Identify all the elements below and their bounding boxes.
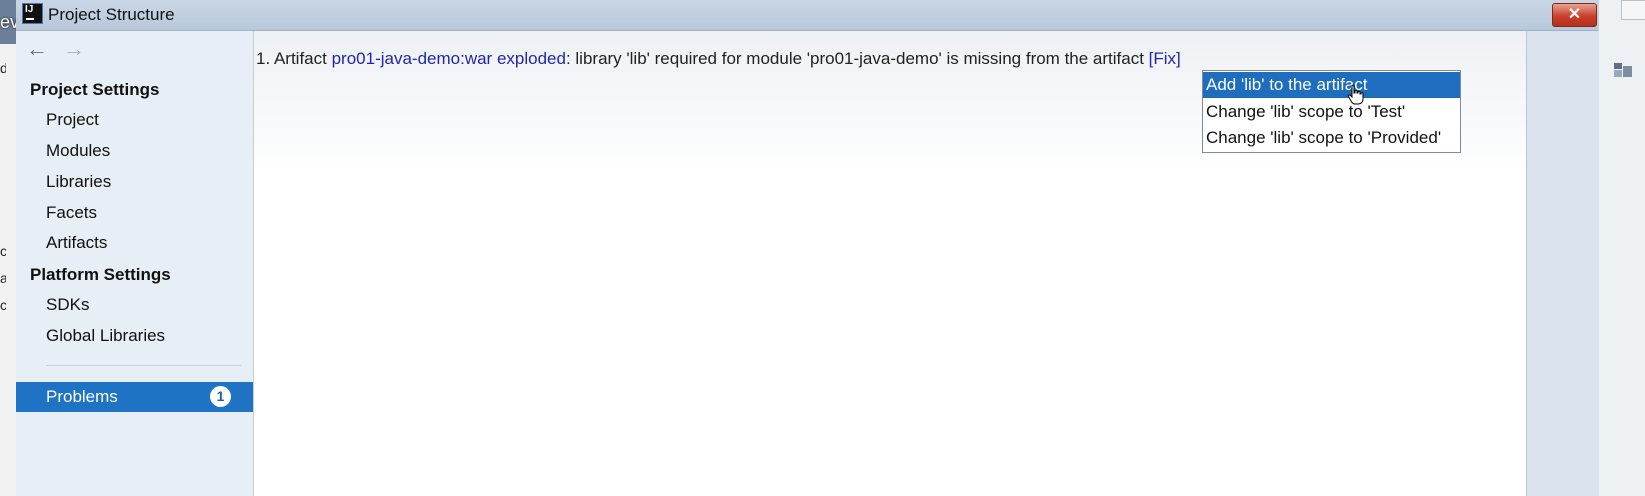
fix-link[interactable]: [Fix] [1149,49,1181,68]
background-text-fragment: c [0,297,6,313]
background-window-right [1598,0,1645,496]
back-arrow-icon[interactable]: ← [26,37,48,61]
sidebar-item-project[interactable]: Project [46,110,99,130]
section-heading-project-settings: Project Settings [30,80,160,99]
background-window-button[interactable] [1621,0,1645,20]
problem-count-badge: 1 [210,386,231,407]
fix-option-add-to-artifact[interactable]: Add 'lib' to the artifact [1203,72,1460,105]
fix-option-label: Change 'lib' scope to 'Test' [1206,102,1406,121]
fix-option-scope-test[interactable]: Change 'lib' scope to 'Test' [1203,99,1460,125]
fix-option-scope-provided[interactable]: Change 'lib' scope to 'Provided' [1203,125,1460,151]
fix-option-label: Add 'lib' to the artifact [1206,75,1368,94]
dialog-right-frame [1526,31,1599,496]
background-window-strip: d c a c [0,0,17,496]
sidebar-item-global-libraries[interactable]: Global Libraries [46,326,165,346]
forward-arrow-icon[interactable]: → [63,37,85,61]
background-text-fragment: d [0,60,6,76]
window-title: Project Structure [48,5,175,24]
sidebar: ← → Project Settings Project Modules Lib… [16,31,254,496]
problem-entry: 1. Artifact pro01-java-demo:war exploded… [256,49,1181,69]
sidebar-item-libraries[interactable]: Libraries [46,172,111,192]
background-text-fragment: a [0,270,6,286]
fix-option-label: Change 'lib' scope to 'Provided' [1206,128,1442,147]
sidebar-item-facets[interactable]: Facets [46,203,97,223]
section-heading-platform-settings: Platform Settings [30,265,171,284]
sidebar-item-sdks[interactable]: SDKs [46,295,89,315]
structure-panel-icon[interactable] [1613,62,1633,78]
sidebar-item-label: Problems [46,387,118,406]
problem-message: : library 'lib' required for module 'pro… [565,49,1149,68]
fix-options-popup: Add 'lib' to the artifact Change 'lib' s… [1202,70,1461,153]
project-structure-dialog: IJ Project Structure ✕ ← → Project Setti… [16,0,1599,496]
artifact-link[interactable]: pro01-java-demo:war exploded [332,49,566,68]
intellij-logo-icon: IJ [22,3,43,24]
close-button[interactable]: ✕ [1552,3,1597,27]
sidebar-item-modules[interactable]: Modules [46,141,110,161]
title-bar[interactable]: IJ Project Structure ✕ [16,0,1598,31]
problem-prefix: 1. Artifact [256,49,332,68]
navigation-toolbar: ← → [16,37,253,61]
sidebar-divider [46,365,241,366]
sidebar-item-problems[interactable]: Problems 1 [16,382,253,412]
sidebar-item-artifacts[interactable]: Artifacts [46,233,107,253]
background-text-fragment: c [0,243,6,259]
problems-panel: 1. Artifact pro01-java-demo:war exploded… [254,31,1526,496]
